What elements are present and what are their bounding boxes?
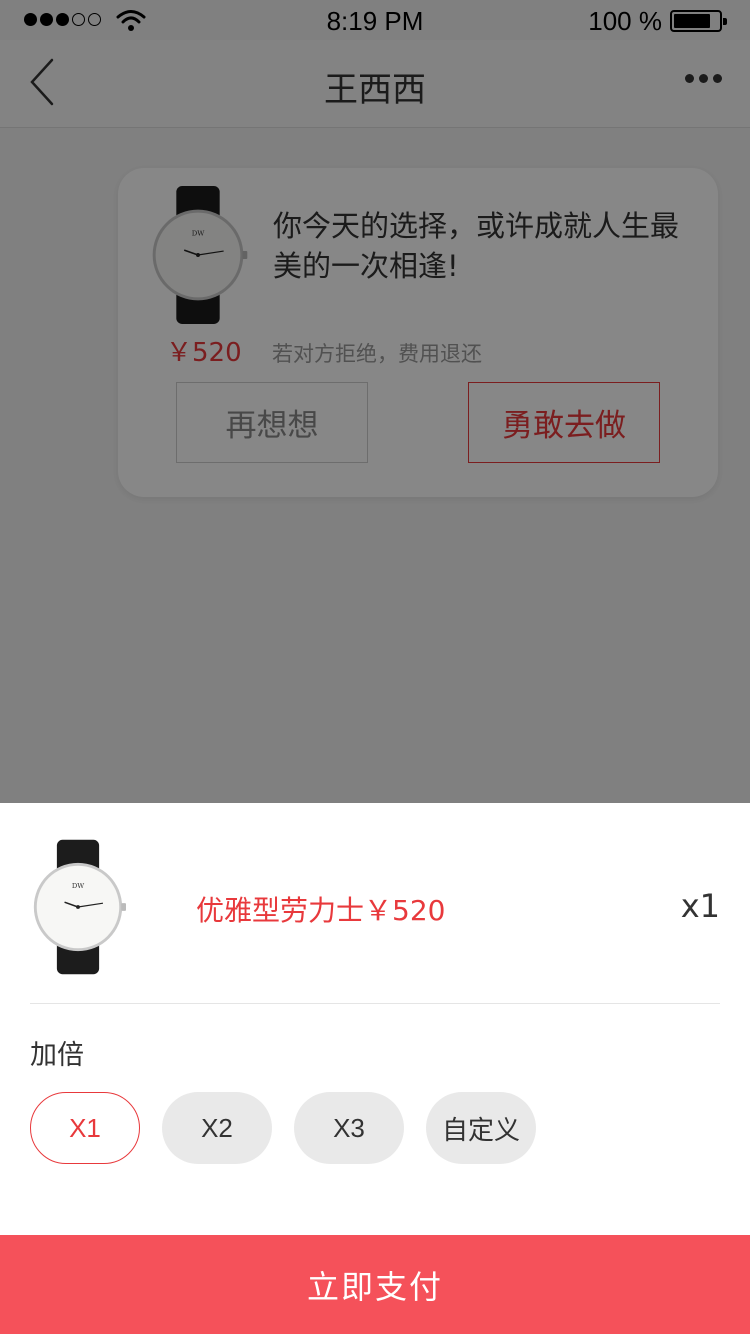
multiplier-option-custom[interactable]: 自定义 [426, 1092, 536, 1164]
multiplier-label: 加倍 [30, 1040, 84, 1071]
divider [30, 1003, 720, 1004]
multiplier-options: X1 X2 X3 自定义 [30, 1092, 536, 1164]
multiplier-option-x3[interactable]: X3 [294, 1092, 404, 1164]
multiplier-option-x1[interactable]: X1 [30, 1092, 140, 1164]
quantity-label: x1 [680, 887, 720, 925]
product-name-price: 优雅型劳力士￥520 [196, 894, 446, 927]
multiplier-option-x2[interactable]: X2 [162, 1092, 272, 1164]
modal-overlay[interactable] [0, 0, 750, 803]
pay-now-button[interactable]: 立即支付 [0, 1235, 750, 1334]
watch-image [30, 837, 126, 977]
screen: 8:19 PM 100 % 王西西 ￥520 你今天的选择，或许成就人生最美的一… [0, 0, 750, 1334]
